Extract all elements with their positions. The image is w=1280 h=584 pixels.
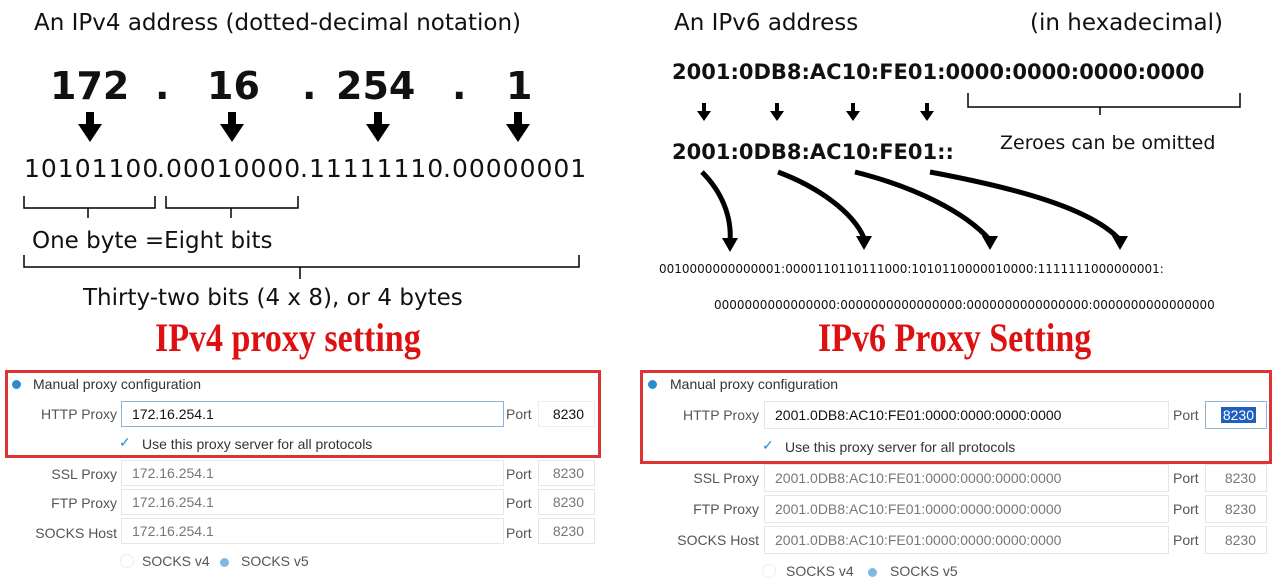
socks5-label: SOCKS v5 (890, 563, 958, 579)
ftp-proxy-input[interactable]: 172.16.254.1 (121, 489, 504, 515)
port-label: Port (1173, 407, 1199, 423)
port-label: Port (1173, 470, 1199, 486)
ipv6-binary-line1: 0010000000000001:0000110110111000:101011… (659, 262, 1164, 276)
binary-octet: .00010000 (157, 154, 302, 183)
socks4-label: SOCKS v4 (142, 553, 210, 569)
socks-port-input[interactable]: 8230 (1205, 526, 1267, 554)
socks5-radio[interactable] (220, 558, 229, 567)
ipv6-title: IPv6 Proxy Setting (818, 315, 1092, 360)
selected-port-text: 8230 (1220, 407, 1256, 423)
ftp-proxy-input[interactable]: 2001.0DB8:AC10:FE01:0000:0000:0000:0000 (764, 495, 1169, 523)
ssl-port-input[interactable]: 8230 (538, 460, 595, 486)
ftp-port-input[interactable]: 8230 (538, 489, 595, 515)
port-label: Port (506, 406, 532, 422)
socks4-radio[interactable] (120, 554, 134, 568)
ipv6-binary-line2: 0000000000000000:0000000000000000:000000… (714, 298, 1215, 312)
ftp-proxy-label: FTP Proxy (693, 501, 759, 517)
ssl-proxy-label: SSL Proxy (693, 470, 759, 486)
socks-host-label: SOCKS Host (35, 525, 117, 541)
socks-host-input[interactable]: 2001.0DB8:AC10:FE01:0000:0000:0000:0000 (764, 526, 1169, 554)
ftp-proxy-label: FTP Proxy (51, 495, 117, 511)
binary-octet: 10101100 (24, 154, 160, 183)
port-label: Port (506, 495, 532, 511)
arrow-down-icon (920, 103, 934, 121)
arrow-down-icon (366, 112, 390, 142)
manual-proxy-radio[interactable] (12, 380, 21, 389)
http-proxy-input[interactable]: 2001.0DB8:AC10:FE01:0000:0000:0000:0000 (764, 401, 1169, 429)
arrow-down-icon (506, 112, 530, 142)
port-label: Port (1173, 532, 1199, 548)
ipv4-title: IPv4 proxy setting (155, 315, 421, 360)
ssl-proxy-label: SSL Proxy (51, 466, 117, 482)
manual-proxy-label: Manual proxy configuration (670, 376, 839, 392)
ipv4-arrows-and-braces (23, 112, 580, 279)
use-all-label: Use this proxy server for all protocols (785, 439, 1016, 455)
use-all-label: Use this proxy server for all protocols (142, 436, 373, 452)
brace (23, 255, 580, 279)
socks5-label: SOCKS v5 (241, 553, 309, 569)
ssl-proxy-input[interactable]: 2001.0DB8:AC10:FE01:0000:0000:0000:0000 (764, 464, 1169, 492)
use-all-checkbox[interactable]: ✓ (762, 437, 774, 454)
arrow-down-icon (770, 103, 784, 121)
manual-proxy-label: Manual proxy configuration (33, 376, 202, 392)
ftp-port-input[interactable]: 8230 (1205, 495, 1267, 523)
use-all-checkbox[interactable]: ✓ (119, 434, 131, 451)
ipv6-arrows (697, 93, 1241, 252)
http-proxy-input[interactable]: 172.16.254.1 (121, 401, 504, 427)
brace (165, 196, 299, 218)
socks4-radio[interactable] (762, 564, 776, 578)
byte-label: One byte =Eight bits (32, 228, 273, 254)
port-label: Port (506, 466, 532, 482)
ssl-port-input[interactable]: 8230 (1205, 464, 1267, 492)
manual-proxy-radio[interactable] (648, 380, 657, 389)
arrow-down-icon (220, 112, 244, 142)
socks-port-input[interactable]: 8230 (538, 518, 595, 544)
binary-octet: .11111110 (300, 154, 445, 183)
http-proxy-label: HTTP Proxy (41, 406, 117, 422)
socks-host-input[interactable]: 172.16.254.1 (121, 518, 504, 544)
arrow-down-icon (78, 112, 102, 142)
socks-host-label: SOCKS Host (677, 532, 759, 548)
http-port-input[interactable]: 8230 (538, 401, 595, 427)
http-proxy-label: HTTP Proxy (683, 407, 759, 423)
binary-octet: .00000001 (443, 154, 588, 183)
ssl-proxy-input[interactable]: 172.16.254.1 (121, 460, 504, 486)
arrow-down-icon (846, 103, 860, 121)
total-bits-label: Thirty-two bits (4 x 8), or 4 bytes (83, 285, 463, 311)
arrow-down-icon (697, 103, 711, 121)
port-label: Port (506, 525, 532, 541)
socks4-label: SOCKS v4 (786, 563, 854, 579)
brace (23, 196, 156, 218)
socks5-radio[interactable] (868, 568, 877, 577)
port-label: Port (1173, 501, 1199, 517)
brace (967, 93, 1241, 115)
http-port-input[interactable]: 8230 (1205, 401, 1267, 429)
